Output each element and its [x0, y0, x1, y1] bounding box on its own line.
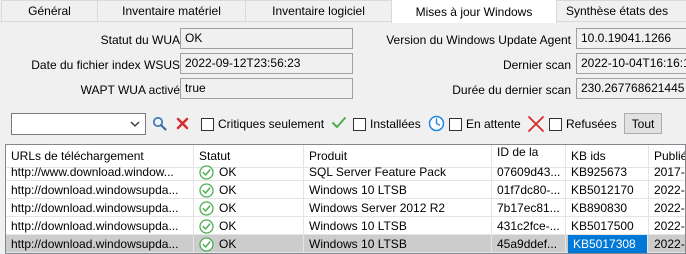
table-row[interactable]: http://download.windowsupda... OK Window…: [6, 217, 685, 235]
agent-version-field[interactable]: 10.0.19041.1266: [576, 28, 686, 49]
status-text: OK: [219, 165, 237, 179]
tab-status-summary[interactable]: Synthèse états des: [556, 0, 686, 21]
table-row-selected[interactable]: http://download.windowsupda... OK Window…: [6, 235, 685, 253]
filter-combobox[interactable]: [11, 113, 146, 135]
id-cell: 07609d43...: [492, 163, 566, 181]
cross-icon: [528, 116, 544, 132]
table-row[interactable]: http://download.windowsupda... OK Window…: [6, 181, 685, 199]
tab-bar: Général Inventaire matériel Inventaire l…: [0, 0, 686, 23]
product-cell: SQL Server Feature Pack: [304, 163, 492, 181]
installed-label: Installées: [370, 117, 421, 131]
id-cell: 01f7dc80-...: [492, 181, 566, 199]
status-cell: OK: [194, 217, 304, 235]
status-cell: OK: [194, 199, 304, 217]
status-cell: OK: [194, 181, 304, 199]
id-cell: 45a9ddef...: [492, 235, 566, 253]
checkmark-icon: [332, 117, 346, 128]
updates-table[interactable]: URLs de téléchargement Statut Produit ID…: [5, 144, 686, 254]
scan-duration-field[interactable]: 230.267768621445: [576, 78, 686, 99]
tab-hardware-inventory[interactable]: Inventaire matériel: [97, 0, 246, 21]
published-cell: 2022-0: [649, 181, 685, 199]
search-icon[interactable]: [152, 116, 167, 131]
tab-software-inventory[interactable]: Inventaire logiciel: [245, 0, 392, 21]
id-cell: 7b17ec81...: [492, 199, 566, 217]
wsus-index-date-field[interactable]: 2022-09-12T23:56:23: [180, 53, 353, 74]
ok-circle-icon: [199, 219, 214, 234]
chevron-down-icon: [130, 121, 140, 127]
tab-windows-updates[interactable]: Mises à jour Windows: [391, 0, 557, 23]
table-row[interactable]: http://www.download.window... OK SQL Ser…: [6, 163, 685, 181]
published-cell: 2022-0: [649, 199, 685, 217]
last-scan-label: Dernier scan: [502, 58, 571, 72]
url-cell: http://download.windowsupda...: [6, 181, 194, 199]
last-scan-field[interactable]: 2022-10-04T16:16:16: [576, 53, 686, 74]
url-cell: http://www.download.window...: [6, 163, 194, 181]
product-cell: Windows Server 2012 R2: [304, 199, 492, 217]
kb-cell: KB5017500: [566, 217, 649, 235]
pending-checkbox[interactable]: [449, 118, 462, 131]
clock-icon: [428, 115, 445, 132]
product-cell: Windows 10 LTSB: [304, 235, 492, 253]
published-cell: 2022-0: [649, 217, 685, 235]
status-cell: OK: [194, 235, 304, 253]
url-cell: http://download.windowsupda...: [6, 235, 194, 253]
refused-label: Refusées: [566, 117, 617, 131]
ok-circle-icon: [199, 165, 214, 180]
status-text: OK: [219, 237, 237, 251]
kb-cell: KB5012170: [566, 181, 649, 199]
kb-cell: KB925673: [566, 163, 649, 181]
product-cell: Windows 10 LTSB: [304, 217, 492, 235]
id-cell: 431c2fce-...: [492, 217, 566, 235]
status-text: OK: [219, 201, 237, 215]
critical-only-label: Critiques seulement: [218, 117, 325, 131]
published-cell: 2017-0: [649, 163, 685, 181]
pending-label: En attente: [466, 117, 521, 131]
wua-status-field[interactable]: OK: [180, 28, 353, 49]
agent-version-label: Version du Windows Update Agent: [386, 33, 571, 47]
product-cell: Windows 10 LTSB: [304, 181, 492, 199]
status-cell: OK: [194, 163, 304, 181]
status-text: OK: [219, 183, 237, 197]
ok-circle-icon: [199, 237, 214, 252]
refused-checkbox[interactable]: [549, 118, 562, 131]
status-text: OK: [219, 219, 237, 233]
clear-filter-icon[interactable]: [176, 117, 189, 130]
ok-circle-icon: [199, 183, 214, 198]
url-cell: http://download.windowsupda...: [6, 199, 194, 217]
kb-cell: KB890830: [566, 199, 649, 217]
installed-checkbox[interactable]: [353, 118, 366, 131]
scan-duration-label: Durée du dernier scan: [452, 83, 571, 97]
tab-general[interactable]: Général: [1, 0, 98, 21]
table-row[interactable]: http://download.windowsupda... OK Window…: [6, 199, 685, 217]
url-cell: http://download.windowsupda...: [6, 217, 194, 235]
wapt-wua-enabled-field[interactable]: true: [180, 78, 353, 99]
all-button[interactable]: Tout: [624, 113, 662, 134]
wsus-index-date-label: Date du fichier index WSUS: [31, 58, 180, 72]
wapt-wua-enabled-label: WAPT WUA activé: [80, 83, 180, 97]
wua-status-label: Statut du WUA: [100, 33, 180, 47]
critical-only-checkbox[interactable]: [201, 118, 214, 131]
kb-cell-focused: KB5017308: [568, 235, 648, 253]
ok-circle-icon: [199, 201, 214, 216]
published-cell: 2022-0: [649, 235, 685, 253]
